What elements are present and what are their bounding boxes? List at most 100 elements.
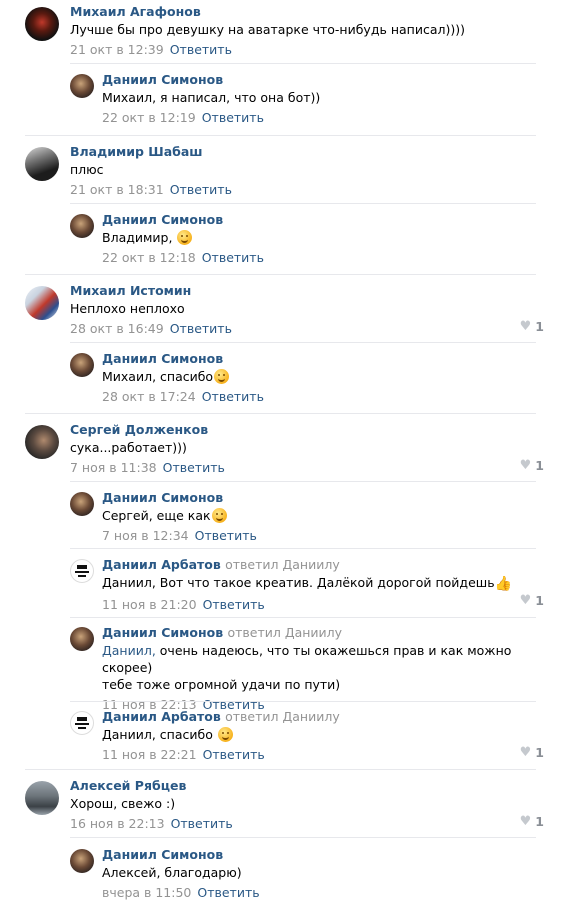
comment-author[interactable]: Даниил Симонов — [102, 71, 564, 88]
comment-author[interactable]: Сергей Долженков — [70, 421, 564, 438]
smile-emoji-icon — [214, 369, 230, 384]
comment-author[interactable]: Алексей Рябцев — [70, 777, 564, 794]
like-count: 1 — [535, 745, 544, 760]
reply-button[interactable]: Ответить — [203, 747, 265, 762]
divider — [25, 769, 536, 770]
comment-reply: Даниил Симонов Михаил, спасибо 28 окт в … — [0, 350, 564, 405]
heart-icon: ♥ — [519, 319, 532, 334]
avatar[interactable] — [25, 7, 59, 41]
comment-author[interactable]: Даниил Симонов — [102, 350, 564, 367]
author-name[interactable]: Даниил Арбатов — [102, 557, 221, 572]
avatar[interactable] — [70, 559, 94, 583]
comment-author[interactable]: Михаил Агафонов — [70, 3, 564, 20]
like-button[interactable]: ♥ 1 — [520, 814, 544, 829]
divider — [70, 63, 536, 64]
avatar[interactable] — [70, 74, 94, 98]
comment-text: Михаил, я написал, что она бот)) — [102, 90, 321, 105]
avatar[interactable] — [70, 711, 94, 735]
divider — [70, 342, 536, 343]
avatar[interactable] — [25, 286, 59, 320]
avatar[interactable] — [70, 214, 94, 238]
reply-button[interactable]: Ответить — [202, 250, 264, 265]
divider — [25, 274, 536, 275]
comment-time[interactable]: 11 ноя в 21:20 — [102, 597, 197, 612]
smile-emoji-icon — [217, 727, 233, 742]
heart-icon: ♥ — [519, 458, 532, 473]
replied-to[interactable]: ответил Даниилу — [225, 557, 340, 572]
avatar[interactable] — [70, 627, 94, 651]
reply-button[interactable]: Ответить — [195, 528, 257, 543]
avatar[interactable] — [70, 492, 94, 516]
comment-text: Лучше бы про девушку на аватарке что-ниб… — [70, 22, 465, 37]
comment-author[interactable]: Даниил Симонов — [102, 489, 564, 506]
mention-link[interactable]: Даниил, — [102, 643, 156, 658]
like-button[interactable]: ♥ 1 — [520, 593, 544, 608]
avatar[interactable] — [70, 353, 94, 377]
divider — [70, 203, 536, 204]
comment-time[interactable]: 21 окт в 18:31 — [70, 182, 164, 197]
reply-button[interactable]: Ответить — [170, 182, 232, 197]
reply-button[interactable]: Ответить — [202, 110, 264, 125]
comment-reply: Даниил Симонов Михаил, я написал, что он… — [0, 71, 564, 126]
comment-time[interactable]: 16 ноя в 22:13 — [70, 816, 165, 831]
avatar[interactable] — [25, 425, 59, 459]
like-count: 1 — [535, 593, 544, 608]
divider — [70, 548, 536, 549]
logo-icon — [75, 565, 89, 577]
comment-author[interactable]: Даниил Симонов — [102, 846, 564, 863]
avatar[interactable] — [25, 147, 59, 181]
comment-text-content: очень надеюсь, что ты окажешься прав и к… — [102, 643, 516, 675]
avatar[interactable] — [70, 849, 94, 873]
comment-author[interactable]: Даниил Арбатов ответил Даниилу — [102, 556, 564, 573]
comment-time[interactable]: 22 окт в 12:18 — [102, 250, 196, 265]
reply-button[interactable]: Ответить — [170, 321, 232, 336]
comment-author[interactable]: Даниил Симонов ответил Даниилу — [102, 624, 564, 641]
comment-time[interactable]: вчера в 11:50 — [102, 885, 191, 900]
comment-time[interactable]: 7 ноя в 11:38 — [70, 460, 157, 475]
comment-time[interactable]: 28 окт в 16:49 — [70, 321, 164, 336]
comment-reply: Даниил Арбатов ответил Даниилу Даниил, с… — [0, 708, 564, 763]
comment: Алексей Рябцев Хорош, свежо :) 16 ноя в … — [0, 777, 564, 832]
author-name[interactable]: Даниил Симонов — [102, 625, 223, 640]
replied-to[interactable]: ответил Даниилу — [227, 625, 342, 640]
comment: Михаил Агафонов Лучше бы про девушку на … — [0, 3, 564, 61]
divider — [25, 413, 536, 414]
reply-button[interactable]: Ответить — [202, 389, 264, 404]
reply-button[interactable]: Ответить — [163, 460, 225, 475]
replied-to[interactable]: ответил Даниилу — [225, 709, 340, 724]
comment: Михаил Истомин Неплохо неплохо 28 окт в … — [0, 282, 564, 337]
avatar[interactable] — [25, 781, 59, 815]
comment-text: Даниил, очень надеюсь, что ты окажешься … — [102, 642, 564, 693]
reply-button[interactable]: Ответить — [197, 885, 259, 900]
like-count: 1 — [535, 458, 544, 473]
like-button[interactable]: ♥ 1 — [520, 319, 544, 334]
reply-button[interactable]: Ответить — [171, 816, 233, 831]
comment-time[interactable]: 28 окт в 17:24 — [102, 389, 196, 404]
comment-reply: Даниил Симонов Сергей, еще как 7 ноя в 1… — [0, 489, 564, 544]
comment-author[interactable]: Владимир Шабаш — [70, 143, 564, 160]
logo-icon — [75, 717, 89, 729]
heart-icon: ♥ — [519, 814, 532, 829]
comment-time[interactable]: 22 окт в 12:19 — [102, 110, 196, 125]
reply-button[interactable]: Ответить — [203, 597, 265, 612]
comment-text-content: Даниил, спасибо — [102, 727, 213, 742]
author-name[interactable]: Даниил Арбатов — [102, 709, 221, 724]
comment-text-content: Владимир, — [102, 230, 173, 245]
comment-text-content: Сергей, еще как — [102, 508, 211, 523]
comment-time[interactable]: 11 ноя в 22:21 — [102, 747, 197, 762]
comment-text: Сергей, еще как — [102, 507, 564, 524]
comment-reply: Даниил Симонов Владимир, 22 окт в 12:18 О… — [0, 211, 564, 266]
comment-text: Владимир, — [102, 229, 564, 246]
comment-author[interactable]: Даниил Симонов — [102, 211, 564, 228]
comment-author[interactable]: Даниил Арбатов ответил Даниилу — [102, 708, 564, 725]
reply-button[interactable]: Ответить — [170, 42, 232, 57]
like-button[interactable]: ♥ 1 — [520, 458, 544, 473]
like-button[interactable]: ♥ 1 — [520, 745, 544, 760]
comment-author[interactable]: Михаил Истомин — [70, 282, 564, 299]
comment-time[interactable]: 21 окт в 12:39 — [70, 42, 164, 57]
like-count: 1 — [535, 319, 544, 334]
comment-time[interactable]: 7 ноя в 12:34 — [102, 528, 189, 543]
divider — [25, 135, 536, 136]
comment-text: плюс — [70, 162, 104, 177]
divider — [70, 701, 536, 702]
